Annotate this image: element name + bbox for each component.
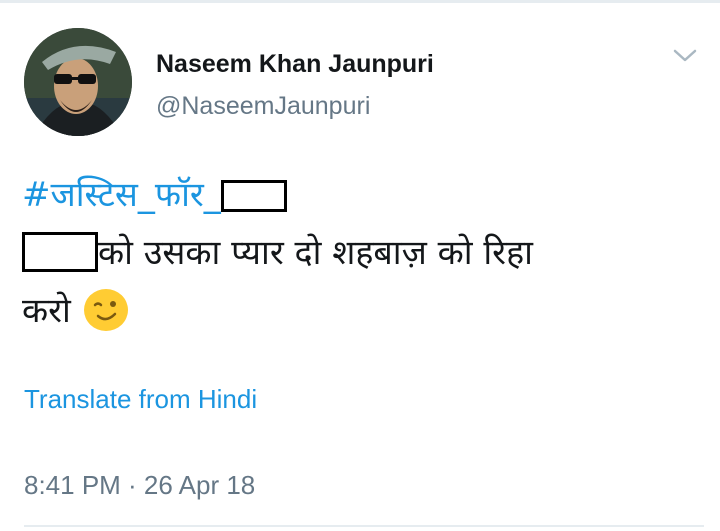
user-handle[interactable]: @NaseemJaunpuri (156, 92, 370, 121)
tweet-line-2: को उसका प्यार दो शहबाज़ को रिहा (22, 224, 702, 282)
winking-face-emoji-icon (83, 288, 129, 350)
redaction-box (22, 232, 98, 272)
tweet-line-1: #जस्टिस_फॉर_ (22, 166, 702, 224)
chevron-down-icon[interactable] (672, 46, 698, 66)
bottom-divider (24, 525, 704, 527)
tweet-line-2-text: को उसका प्यार दो शहबाज़ को रिहा (98, 233, 533, 273)
tweet-timestamp[interactable]: 8:41 PM · 26 Apr 18 (24, 470, 255, 501)
tweet-line-3-text: करो (22, 291, 71, 331)
avatar[interactable] (24, 28, 132, 136)
redaction-box (220, 180, 287, 212)
tweet-text: #जस्टिस_फॉर_ को उसका प्यार दो शहबाज़ को … (22, 166, 702, 350)
tweet-line-3: करो (22, 282, 702, 350)
avatar-photo (24, 28, 132, 136)
display-name[interactable]: Naseem Khan Jaunpuri (156, 50, 434, 79)
hashtag-link[interactable]: #जस्टिस_फॉर_ (22, 175, 221, 215)
translate-link[interactable]: Translate from Hindi (24, 384, 257, 415)
top-divider (0, 0, 720, 3)
